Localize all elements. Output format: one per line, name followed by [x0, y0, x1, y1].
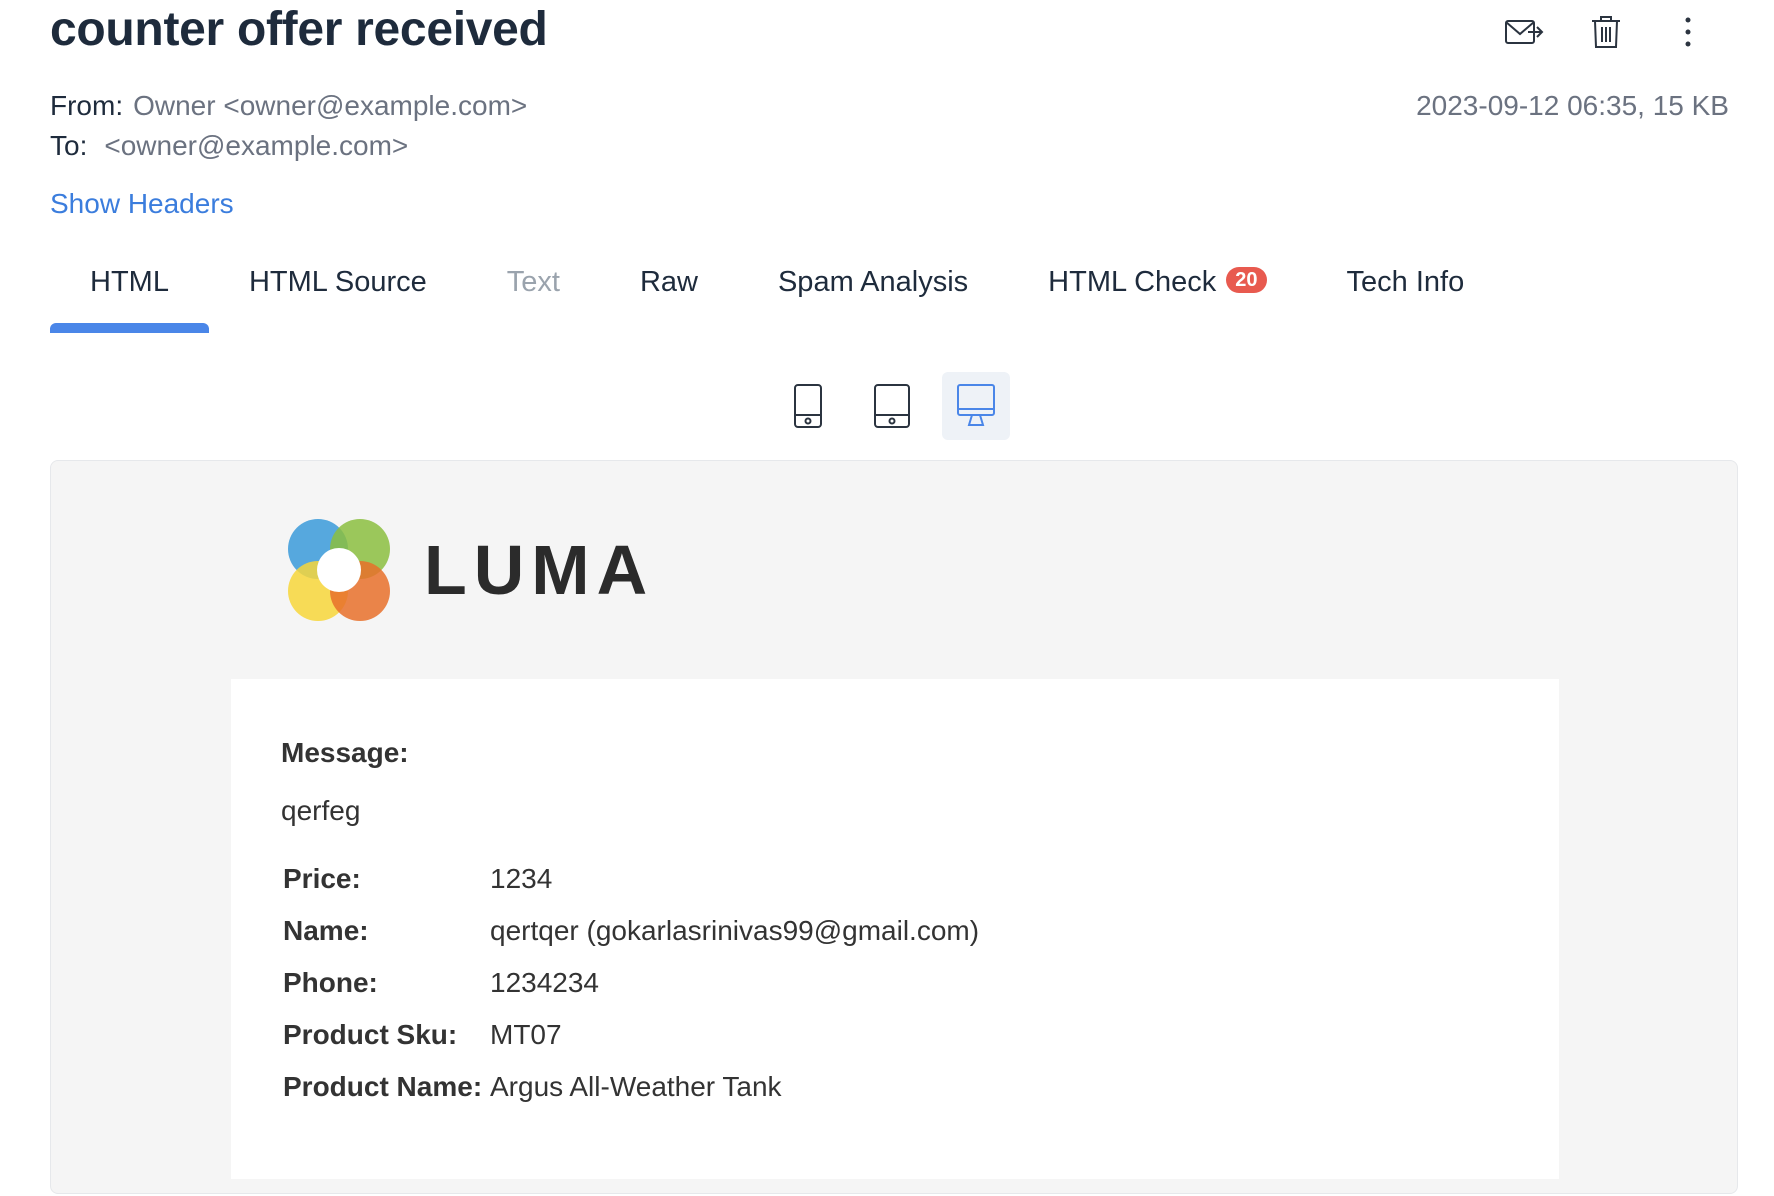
message-label: Message: [281, 737, 409, 768]
tab-html[interactable]: HTML [50, 255, 209, 333]
phone-label: Phone: [283, 967, 378, 998]
mobile-view-button[interactable] [774, 372, 842, 440]
sku-label: Product Sku: [283, 1019, 458, 1050]
device-switcher [774, 372, 1010, 440]
mobile-icon [794, 384, 822, 428]
from-label: From: [50, 90, 124, 121]
product-name-value: Argus All-Weather Tank [490, 1071, 782, 1102]
phone-value: 1234234 [490, 967, 600, 998]
product-name-label: Product Name: [283, 1071, 483, 1102]
sku-value: MT07 [490, 1019, 562, 1050]
more-vertical-icon [1685, 17, 1691, 47]
message-text: qerfeg [281, 795, 361, 826]
delete-button[interactable] [1584, 10, 1628, 54]
table-row: Name: qertqer (gokarlasrinivas99@gmail.c… [281, 905, 979, 957]
details-table: Price: 1234 Name: qertqer (gokarlasriniv… [281, 853, 979, 1113]
luma-logo-icon [288, 519, 390, 621]
table-row: Price: 1234 [281, 853, 979, 905]
table-row: Product Name: Argus All-Weather Tank [281, 1061, 979, 1113]
email-actions [1502, 10, 1710, 54]
tab-spam-analysis[interactable]: Spam Analysis [738, 255, 1008, 333]
to-value: <owner@example.com> [104, 130, 409, 161]
date-size: 2023-09-12 06:35, 15 KB [1416, 90, 1729, 121]
message-card: Message: qerfeg Price: 1234 Name: qertqe… [231, 679, 1559, 1179]
tab-html-source[interactable]: HTML Source [209, 255, 467, 333]
trash-icon [1592, 16, 1620, 48]
forward-button[interactable] [1502, 10, 1546, 54]
table-row: Phone: 1234234 [281, 957, 979, 1009]
tab-tech-info[interactable]: Tech Info [1307, 255, 1505, 333]
table-row: Product Sku: MT07 [281, 1009, 979, 1061]
view-tabs: HTML HTML Source Text Raw Spam Analysis … [50, 255, 1504, 333]
name-label: Name: [283, 915, 369, 946]
show-headers-link[interactable]: Show Headers [50, 184, 234, 224]
luma-logo: LUMA [284, 515, 654, 625]
tab-raw[interactable]: Raw [600, 255, 738, 333]
tablet-view-button[interactable] [858, 372, 926, 440]
more-options-button[interactable] [1666, 10, 1710, 54]
price-label: Price: [283, 863, 361, 894]
desktop-icon [957, 384, 995, 426]
price-value: 1234 [490, 863, 553, 894]
tab-html-check[interactable]: HTML Check 20 [1008, 255, 1306, 333]
to-label: To: [50, 130, 88, 161]
email-subject: counter offer received [50, 3, 548, 56]
from-value: Owner <owner@example.com> [133, 90, 528, 121]
html-check-badge: 20 [1226, 267, 1267, 293]
logo-text: LUMA [424, 531, 655, 609]
tab-text[interactable]: Text [467, 255, 600, 333]
name-value: qertqer (gokarlasrinivas99@gmail.com) [490, 915, 980, 946]
to-row: To: <owner@example.com> [50, 126, 527, 166]
desktop-view-button[interactable] [942, 372, 1010, 440]
forward-mail-icon [1505, 20, 1544, 44]
tablet-icon [874, 384, 910, 428]
email-preview: LUMA Message: qerfeg Price: 1234 Name: q… [50, 460, 1738, 1194]
email-meta: From: Owner <owner@example.com> To: <own… [50, 86, 527, 166]
from-row: From: Owner <owner@example.com> [50, 86, 527, 126]
